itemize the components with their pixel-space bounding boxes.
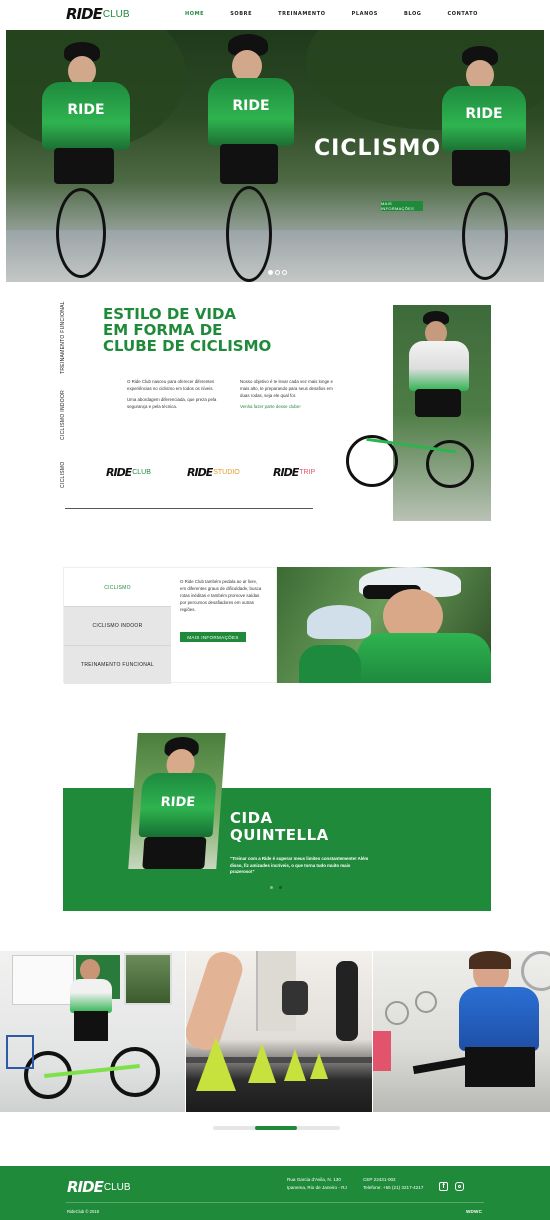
section-title: ESTILO DE VIDA EM FORMA DE CLUBE DE CICL…	[103, 305, 272, 355]
side-label-ciclismo[interactable]: CICLISMO	[60, 461, 66, 488]
footer-credit[interactable]: WDWC	[466, 1208, 482, 1216]
footer-logo[interactable]: RIDE CLUB	[67, 1178, 131, 1196]
nav-sobre[interactable]: SOBRE	[230, 11, 252, 17]
slide-dot-1[interactable]	[268, 270, 273, 275]
cyclist-photo	[393, 305, 491, 521]
side-label-indoor[interactable]: CICLISMO INDOOR	[60, 390, 66, 440]
intro-col-2: Nosso objetivo é te levar cada vez mais …	[240, 378, 342, 410]
hero-more-info-button[interactable]: MAIS INFORMAÇÕES	[381, 201, 423, 211]
footer-copyright: RideClub © 2018	[67, 1209, 99, 1214]
footer-contact: CEP 22431-002 Telefone: +55 (21) 3217-42…	[363, 1177, 424, 1190]
nav-planos[interactable]: PLANOS	[352, 11, 378, 17]
hero-title: CICLISMO	[314, 136, 442, 161]
footer-divider	[66, 1202, 484, 1203]
gallery-scrollbar[interactable]	[213, 1126, 340, 1130]
testimonial-photo: RIDE	[128, 733, 226, 869]
logo-sub-text: CLUB	[102, 8, 130, 20]
side-label-treinamento[interactable]: TREINAMENTO FUNCIONAL	[60, 301, 66, 374]
hero-cyclist-3: RIDE	[436, 42, 536, 282]
cycling-riders-photo	[277, 567, 491, 683]
nav-contato[interactable]: CONTATO	[448, 11, 478, 17]
modalidade-more-info-button[interactable]: MAIS INFORMAÇÕES	[180, 632, 246, 642]
testimonial-dot-2[interactable]	[279, 886, 282, 889]
hero-cyclist-1: RIDE	[36, 38, 136, 282]
site-logo[interactable]: RIDE CLUB	[66, 4, 130, 24]
slide-dot-3[interactable]	[282, 270, 287, 275]
testimonial-quote: "Treinar com a Ride é superar meus limit…	[230, 856, 369, 874]
logo-main-text: RIDE	[66, 5, 103, 23]
brand-ride-club[interactable]: RIDE CLUB	[106, 466, 151, 479]
brand-ride-studio[interactable]: RIDE STUDIO	[187, 466, 240, 479]
tab-treinamento-funcional[interactable]: TREINAMENTO FUNCIONAL	[64, 645, 171, 684]
brand-ride-trip[interactable]: RIDE TRIP	[273, 466, 315, 479]
tab-ciclismo-indoor[interactable]: CICLISMO INDOOR	[64, 606, 171, 645]
gallery-photo-functional[interactable]	[186, 951, 372, 1112]
section-divider	[65, 508, 313, 509]
hero-cyclist-2: RIDE	[202, 30, 302, 282]
main-menu: HOME SOBRE TREINAMENTO PLANOS BLOG CONTA…	[159, 11, 478, 17]
slide-dot-2[interactable]	[275, 270, 280, 275]
top-nav: RIDE CLUB HOME SOBRE TREINAMENTO PLANOS …	[0, 0, 550, 30]
nav-treinamento[interactable]: TREINAMENTO	[278, 11, 325, 17]
footer-address: Rua Garcia d'Avila, N. 130 Ipanema, Rio …	[287, 1177, 347, 1190]
nav-home[interactable]: HOME	[185, 11, 204, 17]
gallery-photo-spinning[interactable]	[373, 951, 550, 1112]
testimonial-dots	[270, 886, 282, 889]
gallery-photo-indoor-bike[interactable]	[0, 951, 185, 1112]
facebook-icon[interactable]: f	[439, 1182, 448, 1191]
testimonial-section	[63, 788, 491, 911]
hero-slide-dots	[268, 270, 287, 275]
modalidade-text: O Ride Club também pedala ao ar livre, e…	[180, 579, 262, 612]
testimonial-name: CIDA QUINTELLA	[230, 809, 329, 844]
nav-blog[interactable]: BLOG	[404, 11, 422, 17]
join-club-link[interactable]: Venha fazer parte desse clube!	[240, 403, 342, 410]
tab-ciclismo[interactable]: CICLISMO	[64, 568, 171, 607]
intro-col-1: O Ride Club nasceu para oferecer diferen…	[127, 379, 217, 409]
instagram-icon[interactable]	[455, 1182, 464, 1191]
gallery-scroll-thumb[interactable]	[255, 1126, 297, 1130]
hero-slider[interactable]: RIDE RIDE RIDE CICLISMO MAIS INFORMAÇÕES	[6, 30, 544, 282]
footer: RIDE CLUB Rua Garcia d'Avila, N. 130 Ipa…	[0, 1166, 550, 1220]
testimonial-dot-1[interactable]	[270, 886, 273, 889]
